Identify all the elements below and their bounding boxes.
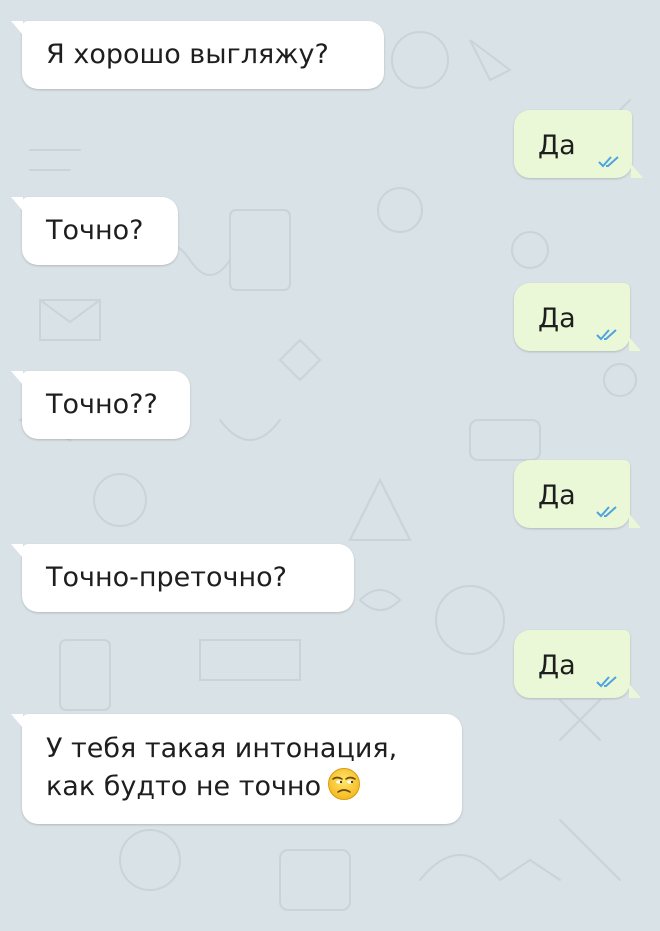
- incoming-message[interactable]: У тебя такая интонация, как будто не точ…: [11, 714, 462, 824]
- message-text-line-2-text: как будто не точно: [46, 771, 322, 802]
- read-double-check-icon: [596, 329, 617, 341]
- message-text: Я хорошо выгляжу?: [46, 39, 329, 70]
- read-double-check-icon: [596, 676, 617, 688]
- message-text: Точно-преточно?: [46, 562, 287, 593]
- outgoing-message[interactable]: Да: [514, 283, 641, 351]
- unamused-face-emoji: [328, 768, 361, 800]
- message-text-line-2: как будто не точно: [46, 767, 440, 805]
- message-text: Да: [538, 480, 576, 511]
- incoming-message[interactable]: Точно??: [11, 371, 190, 439]
- message-text: Точно??: [46, 389, 158, 420]
- read-double-check-icon: [598, 156, 619, 168]
- message-text: Да: [538, 303, 576, 334]
- outgoing-message[interactable]: Да: [514, 110, 643, 178]
- outgoing-message[interactable]: Да: [514, 460, 641, 528]
- incoming-message[interactable]: Точно?: [11, 197, 178, 265]
- incoming-message[interactable]: Точно-преточно?: [11, 544, 354, 612]
- incoming-message[interactable]: Я хорошо выгляжу?: [11, 21, 384, 89]
- outgoing-message[interactable]: Да: [514, 630, 641, 698]
- message-text: Точно?: [46, 215, 144, 246]
- message-text: Да: [538, 650, 576, 681]
- message-text: Да: [538, 130, 576, 161]
- message-text-line-1: У тебя такая интонация,: [46, 733, 398, 764]
- read-double-check-icon: [596, 506, 617, 518]
